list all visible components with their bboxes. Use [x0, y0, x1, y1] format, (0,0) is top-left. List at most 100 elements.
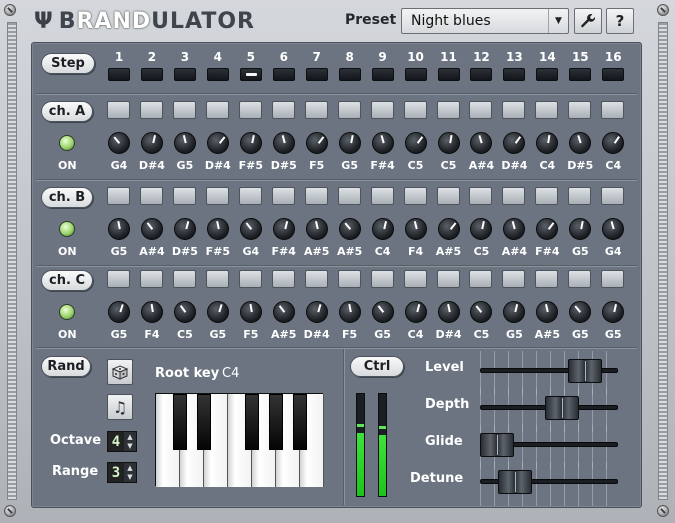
step-pad[interactable]: [601, 101, 625, 119]
pitch-knob[interactable]: [503, 301, 526, 323]
pitch-knob[interactable]: [140, 132, 163, 154]
step-pad[interactable]: [403, 101, 427, 119]
step-pad[interactable]: [469, 101, 493, 119]
slider-handle[interactable]: [480, 433, 514, 457]
pitch-knob[interactable]: [437, 218, 460, 240]
pitch-knob[interactable]: [569, 218, 592, 240]
step-pad[interactable]: [403, 270, 427, 288]
step-pad[interactable]: [370, 187, 394, 205]
step-pad[interactable]: [271, 101, 295, 119]
arrow-down-icon[interactable]: ▼: [127, 473, 132, 481]
pitch-knob[interactable]: [470, 218, 493, 240]
pitch-knob[interactable]: [536, 132, 559, 154]
pitch-knob[interactable]: [140, 301, 163, 323]
step-pad[interactable]: [172, 187, 196, 205]
step-pad[interactable]: [502, 187, 526, 205]
piano-black-key[interactable]: [173, 394, 187, 450]
step-pad[interactable]: [107, 187, 130, 205]
pitch-knob[interactable]: [371, 218, 394, 240]
pitch-knob[interactable]: [536, 218, 559, 240]
settings-button[interactable]: [574, 8, 602, 34]
step-pad[interactable]: [568, 270, 592, 288]
pitch-knob[interactable]: [239, 218, 262, 240]
arrow-down-icon[interactable]: ▼: [127, 442, 132, 450]
step-pad[interactable]: [601, 187, 625, 205]
step-pad[interactable]: [139, 187, 163, 205]
step-pad[interactable]: [535, 270, 559, 288]
pitch-knob[interactable]: [470, 301, 493, 323]
pitch-knob[interactable]: [173, 132, 196, 154]
step-pad[interactable]: [469, 270, 493, 288]
step-pad[interactable]: [238, 101, 262, 119]
step-pad[interactable]: [502, 101, 526, 119]
chevron-down-icon[interactable]: ▼: [548, 9, 568, 33]
step-pad[interactable]: [370, 101, 394, 119]
pitch-knob[interactable]: [437, 301, 460, 323]
pitch-knob[interactable]: [108, 132, 130, 154]
pitch-knob[interactable]: [470, 132, 493, 154]
pitch-knob[interactable]: [206, 218, 229, 240]
pitch-knob[interactable]: [503, 218, 526, 240]
arrow-up-icon[interactable]: ▲: [127, 464, 132, 472]
channel-on-led[interactable]: [59, 135, 75, 151]
step-pad[interactable]: [238, 187, 262, 205]
pitch-knob[interactable]: [404, 218, 427, 240]
step-pad[interactable]: [205, 101, 229, 119]
slider-handle[interactable]: [544, 396, 579, 420]
step-pad[interactable]: [304, 187, 328, 205]
pitch-knob[interactable]: [173, 218, 196, 240]
pitch-knob[interactable]: [206, 301, 229, 323]
pitch-knob[interactable]: [536, 301, 559, 323]
step-pad[interactable]: [205, 270, 229, 288]
preset-select[interactable]: Night blues ▼: [401, 8, 569, 34]
pitch-knob[interactable]: [305, 132, 328, 154]
step-pad[interactable]: [436, 270, 460, 288]
pitch-knob[interactable]: [272, 301, 295, 323]
pitch-knob[interactable]: [272, 132, 295, 154]
step-pad[interactable]: [568, 187, 592, 205]
pitch-knob[interactable]: [338, 218, 361, 240]
help-button[interactable]: ?: [606, 8, 634, 34]
step-pad[interactable]: [370, 270, 394, 288]
step-pad[interactable]: [139, 270, 163, 288]
step-pad[interactable]: [469, 187, 493, 205]
step-pad[interactable]: [271, 187, 295, 205]
pitch-knob[interactable]: [338, 132, 361, 154]
step-pad[interactable]: [107, 270, 130, 288]
step-pad[interactable]: [205, 187, 229, 205]
pitch-knob[interactable]: [602, 132, 625, 154]
pitch-knob[interactable]: [272, 218, 295, 240]
root-key-value[interactable]: C4: [222, 366, 239, 381]
pitch-knob[interactable]: [503, 132, 526, 154]
range-spinner[interactable]: 3 ▲ ▼: [107, 462, 137, 483]
step-pad[interactable]: [238, 270, 262, 288]
piano-keyboard[interactable]: [155, 393, 324, 487]
pitch-knob[interactable]: [239, 301, 262, 323]
note-mode-button[interactable]: ♫: [107, 394, 133, 420]
channel-on-led[interactable]: [59, 304, 75, 320]
step-pad[interactable]: [436, 187, 460, 205]
step-pad[interactable]: [139, 101, 163, 119]
octave-spinner[interactable]: 4 ▲ ▼: [107, 431, 137, 452]
slider-handle[interactable]: [498, 470, 532, 494]
step-pad[interactable]: [337, 270, 361, 288]
step-pad[interactable]: [535, 187, 559, 205]
slider-handle[interactable]: [567, 359, 602, 383]
pitch-knob[interactable]: [108, 301, 130, 323]
step-pad[interactable]: [172, 270, 196, 288]
step-pad[interactable]: [403, 187, 427, 205]
piano-black-key[interactable]: [293, 394, 307, 450]
randomize-button[interactable]: [107, 359, 133, 385]
pitch-knob[interactable]: [437, 132, 460, 154]
arrow-up-icon[interactable]: ▲: [127, 433, 132, 441]
pitch-knob[interactable]: [404, 132, 427, 154]
pitch-knob[interactable]: [371, 132, 394, 154]
pitch-knob[interactable]: [338, 301, 361, 323]
pitch-knob[interactable]: [602, 218, 625, 240]
step-pad[interactable]: [436, 101, 460, 119]
step-pad[interactable]: [502, 270, 526, 288]
pitch-knob[interactable]: [602, 301, 625, 323]
step-pad[interactable]: [568, 101, 592, 119]
pitch-knob[interactable]: [206, 132, 229, 154]
step-pad[interactable]: [172, 101, 196, 119]
